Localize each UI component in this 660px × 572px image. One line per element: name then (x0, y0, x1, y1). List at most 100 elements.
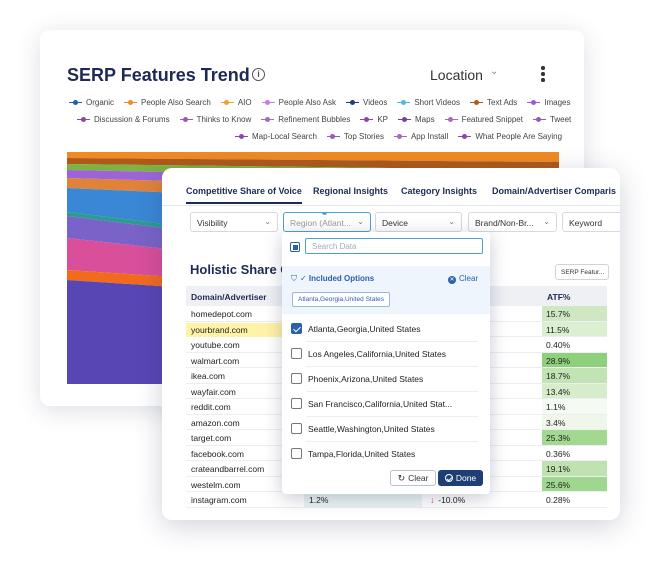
legend-entry[interactable]: Short Videos (397, 98, 460, 107)
option-label: Tampa,Florida,United States (308, 449, 416, 459)
legend-entry[interactable]: App Install (393, 132, 448, 141)
domain-cell: ikea.com (191, 371, 226, 381)
legend-label: Maps (415, 115, 435, 124)
included-options-panel: ⛉ ✓ Included Options ✕ Clear Atlanta,Georg… (282, 266, 490, 314)
device-filter-label: Device (382, 218, 408, 228)
legend-label: Organic (86, 98, 115, 107)
device-filter[interactable]: Device ⌄ (375, 212, 462, 232)
search-input[interactable]: Search Data (305, 238, 483, 254)
change-value: -10.0% (438, 495, 466, 505)
legend-label: Map-Local Search (252, 132, 317, 141)
option-checkbox[interactable] (291, 348, 302, 359)
share-value: 1.2% (309, 495, 329, 505)
legend-swatch (77, 116, 90, 124)
legend-entry[interactable]: People Also Search (124, 98, 211, 107)
region-dropdown: Search Data ⛉ ✓ Included Options ✕ Clear A… (282, 232, 490, 494)
chart-legend-row-2: Discussion & Forums Thinks to Know Refinem… (77, 115, 571, 124)
region-option[interactable]: San Francisco,California,United Stat... (282, 392, 490, 416)
info-icon[interactable]: i (252, 68, 265, 81)
region-filter[interactable]: Region (Atlant... ⌄ (283, 212, 371, 232)
legend-swatch (69, 99, 82, 107)
legend-swatch (397, 99, 411, 107)
legend-entry[interactable]: Images (527, 98, 570, 107)
chevron-down-icon: ⌄ (264, 217, 271, 226)
legend-entry[interactable]: Maps (398, 115, 435, 124)
atf-value: 25.6% (546, 479, 571, 490)
legend-swatch (261, 99, 275, 107)
serp-features-button[interactable]: SERP Featur... (555, 264, 609, 280)
option-checkbox[interactable] (291, 448, 302, 459)
legend-entry[interactable]: Featured Snippet (444, 115, 523, 124)
location-select[interactable]: Location (430, 67, 483, 83)
keyword-filter-label: Keyword (569, 218, 603, 228)
option-label: Los Angeles,California,United States (308, 349, 446, 359)
done-button[interactable]: Done (438, 470, 483, 486)
legend-entry[interactable]: Organic (69, 98, 114, 107)
legend-entry[interactable]: AIO (220, 98, 252, 107)
option-label: Phoenix,Arizona,United States (308, 374, 424, 384)
legend-swatch (360, 116, 374, 124)
legend-swatch (346, 99, 359, 107)
tab-regional-insights[interactable]: Regional Insights (313, 186, 388, 196)
column-header-domain[interactable]: Domain/Advertiser (191, 292, 267, 302)
legend-swatch (235, 133, 248, 141)
legend-entry[interactable]: Refinement Bubbles (261, 115, 350, 124)
legend-entry[interactable]: Videos (346, 98, 387, 107)
brand-filter[interactable]: Brand/Non-Br... ⌄ (468, 212, 557, 232)
clear-button-label: Clear (408, 473, 429, 483)
legend-swatch (527, 99, 541, 107)
tab-competitive-share-of-voice[interactable]: Competitive Share of Voice (186, 186, 302, 204)
legend-entry[interactable]: Thinks to Know (179, 115, 251, 124)
domain-cell: facebook.com (191, 448, 244, 459)
region-option[interactable]: Los Angeles,California,United States (282, 342, 490, 366)
chevron-down-icon[interactable]: ⌄ (490, 66, 498, 77)
legend-entry[interactable]: People Also Ask (261, 98, 336, 107)
column-header-atf[interactable]: ATF% (547, 292, 570, 302)
keyword-filter[interactable]: Keyword (562, 212, 620, 232)
clear-included-link[interactable]: ✕ Clear (448, 274, 478, 284)
atf-value: 0.28% (546, 495, 571, 505)
option-checkbox[interactable] (291, 323, 302, 334)
region-option[interactable]: Tampa,Florida,United States (282, 442, 490, 466)
option-checkbox[interactable] (291, 398, 302, 409)
atf-value: 25.3% (546, 433, 571, 443)
atf-value: 15.7% (546, 309, 571, 319)
share-cell: 1.2% (304, 492, 422, 507)
more-options-icon[interactable] (541, 66, 545, 84)
filter-bar: Visibility ⌄ Region (Atlant... ⌄ Device ⌄ B… (162, 212, 620, 234)
tab-domain-advertiser-comparison[interactable]: Domain/Advertiser Comparis (492, 186, 616, 196)
region-option[interactable]: Atlanta,Georgia,United States (282, 317, 490, 341)
legend-swatch (398, 116, 411, 124)
visibility-filter[interactable]: Visibility ⌄ (190, 212, 278, 232)
select-all-checkbox[interactable] (290, 242, 300, 252)
close-icon: ✕ (448, 276, 456, 284)
legend-entry[interactable]: What People Are Saying (458, 132, 562, 141)
included-options-label: ⛉ ✓ Included Options (291, 274, 374, 284)
region-option[interactable]: Seattle,Washington,United States (282, 417, 490, 441)
atf-value: 18.7% (546, 371, 571, 381)
domain-cell: wayfair.com (191, 386, 236, 397)
domain-cell: amazon.com (191, 417, 240, 428)
option-checkbox[interactable] (291, 423, 302, 434)
legend-swatch (179, 116, 193, 124)
atf-value: 3.4% (546, 417, 566, 428)
option-checkbox[interactable] (291, 373, 302, 384)
legend-label: Short Videos (414, 98, 460, 107)
legend-entry[interactable]: Discussion & Forums (77, 115, 170, 124)
chart-legend-row-1: Organic People Also Search AIO People Also … (69, 98, 570, 107)
legend-entry[interactable]: KP (360, 115, 388, 124)
atf-cell: 25.6% (542, 476, 607, 491)
legend-label: What People Are Saying (475, 132, 563, 141)
region-option[interactable]: Phoenix,Arizona,United States (282, 367, 490, 391)
domain-cell: youtube.com (191, 340, 240, 350)
table-row[interactable]: instagram.com 1.2% ↓ -10.0% 0.28% (186, 492, 607, 508)
selected-option-chip[interactable]: Atlanta,Georgia,United States (292, 292, 390, 307)
legend-entry[interactable]: Tweet (532, 115, 571, 124)
included-options-text: ✓ Included Options (300, 274, 375, 283)
tab-category-insights[interactable]: Category Insights (401, 186, 477, 196)
legend-entry[interactable]: Text Ads (470, 98, 517, 107)
clear-button[interactable]: ↻ Clear (390, 470, 436, 486)
legend-label: KP (377, 115, 388, 124)
legend-entry[interactable]: Top Stories (326, 132, 384, 141)
legend-entry[interactable]: Map-Local Search (235, 132, 317, 141)
